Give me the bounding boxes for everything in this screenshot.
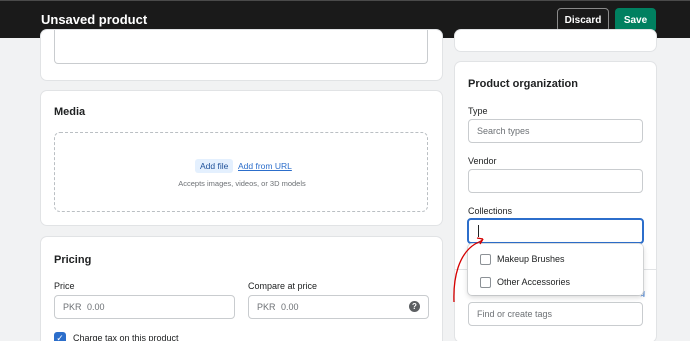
vendor-label: Vendor [468, 156, 497, 166]
page-title: Unsaved product [41, 12, 148, 27]
add-file-button[interactable]: Add file [195, 159, 234, 173]
type-input[interactable]: Search types [468, 119, 643, 143]
option-label: Makeup Brushes [497, 254, 565, 264]
type-label: Type [468, 106, 488, 116]
charge-tax-checkbox[interactable]: ✓ [54, 332, 66, 341]
add-from-url-link[interactable]: Add from URL [238, 161, 292, 171]
accepts-hint: Accepts images, videos, or 3D models [178, 179, 306, 188]
question-circle-icon[interactable]: ? [409, 301, 420, 312]
organization-title: Product organization [468, 78, 578, 90]
vendor-input[interactable] [468, 169, 643, 193]
discard-button[interactable]: Discard [557, 8, 609, 32]
charge-tax-label: Charge tax on this product [73, 333, 179, 341]
compare-currency: PKR [257, 302, 276, 312]
status-card [455, 30, 656, 51]
compare-price-label: Compare at price [248, 281, 318, 291]
compare-placeholder: 0.00 [281, 302, 299, 312]
pricing-card: Pricing Price PKR 0.00 Compare at price … [41, 237, 442, 341]
tags-placeholder: Find or create tags [477, 309, 553, 319]
pricing-title: Pricing [54, 254, 92, 266]
description-card [41, 30, 442, 80]
price-input[interactable]: PKR 0.00 [54, 295, 235, 319]
description-field[interactable] [54, 30, 428, 64]
price-label: Price [54, 281, 75, 291]
collections-label: Collections [468, 206, 513, 216]
save-button[interactable]: Save [615, 8, 656, 32]
media-card: Media Add file Add from URL Accepts imag… [41, 91, 442, 225]
price-currency: PKR [63, 302, 82, 312]
option-label: Other Accessories [497, 277, 571, 287]
type-placeholder: Search types [477, 126, 530, 136]
price-placeholder: 0.00 [87, 302, 105, 312]
compare-price-input[interactable]: PKR 0.00 ? [248, 295, 429, 319]
media-title: Media [54, 106, 86, 118]
annotation-arrow-icon [453, 237, 484, 303]
media-dropzone[interactable]: Add file Add from URL Accepts images, vi… [54, 132, 428, 212]
